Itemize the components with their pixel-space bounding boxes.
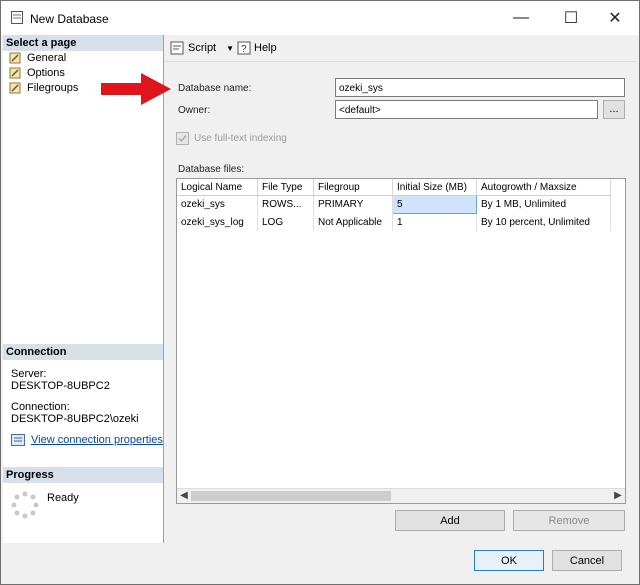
ok-button[interactable]: OK xyxy=(474,550,544,571)
column-header[interactable]: Logical Name xyxy=(177,179,258,196)
fulltext-checkbox[interactable] xyxy=(176,132,189,145)
table-cell[interactable]: ozeki_sys xyxy=(177,195,258,214)
column-header[interactable]: File Type xyxy=(257,179,314,196)
main-pane: Script ▼ ? Help Database name: ozeki_sys… xyxy=(164,35,637,543)
database-name-input[interactable]: ozeki_sys xyxy=(335,78,625,97)
help-icon: ? xyxy=(237,41,251,55)
chevron-down-icon[interactable]: ▼ xyxy=(226,44,234,53)
table-cell[interactable]: ROWS... xyxy=(257,195,314,214)
wrench-icon xyxy=(9,52,21,64)
toolbar: Script ▼ ? Help xyxy=(164,35,637,62)
connection-header: Connection xyxy=(3,344,163,360)
script-button[interactable]: Script ▼ xyxy=(170,41,234,55)
red-arrow-icon xyxy=(101,73,171,105)
column-header[interactable]: Autogrowth / Maxsize xyxy=(476,179,611,196)
page-item-options[interactable]: Options xyxy=(9,66,65,80)
checkmark-icon xyxy=(178,135,187,143)
add-button[interactable]: Add xyxy=(395,510,505,531)
table-cell[interactable]: By 1 MB, Unlimited xyxy=(476,195,611,214)
fulltext-label: Use full-text indexing xyxy=(194,133,287,144)
column-header[interactable]: Initial Size (MB) xyxy=(392,179,477,196)
title-bar: New Database — ☐ ✕ xyxy=(1,1,639,35)
database-files-grid[interactable]: Logical Name File Type Filegroup Initial… xyxy=(176,178,626,504)
table-cell[interactable]: 5 xyxy=(392,195,477,214)
maximize-button[interactable]: ☐ xyxy=(549,5,593,31)
server-value: DESKTOP-8UBPC2 xyxy=(11,380,110,392)
wrench-icon xyxy=(9,67,21,79)
table-cell[interactable]: 1 xyxy=(392,213,477,231)
owner-label: Owner: xyxy=(178,105,211,116)
help-label: Help xyxy=(254,42,277,54)
page-item-label: Options xyxy=(27,67,65,79)
server-label: Server: xyxy=(11,368,47,380)
table-cell[interactable]: ozeki_sys_log xyxy=(177,213,258,231)
database-icon xyxy=(11,11,23,24)
progress-spinner-icon xyxy=(11,491,39,519)
scroll-right-icon[interactable]: ▶ xyxy=(611,489,625,503)
progress-status: Ready xyxy=(47,492,79,504)
table-row[interactable]: ozeki_sys ROWS... PRIMARY 5 By 1 MB, Unl… xyxy=(177,195,611,214)
wrench-icon xyxy=(9,82,21,94)
page-item-label: General xyxy=(27,52,67,64)
connection-value: DESKTOP-8UBPC2\ozeki xyxy=(11,413,139,425)
database-files-label: Database files: xyxy=(178,164,245,175)
connection-label: Connection: xyxy=(11,401,70,413)
table-cell[interactable]: LOG xyxy=(257,213,314,231)
table-cell[interactable]: PRIMARY xyxy=(313,195,393,214)
close-button[interactable]: ✕ xyxy=(593,5,637,31)
help-button[interactable]: ? Help xyxy=(237,41,277,55)
select-page-header: Select a page xyxy=(3,35,163,51)
page-item-filegroups[interactable]: Filegroups xyxy=(9,81,78,95)
properties-icon xyxy=(11,434,25,446)
scroll-left-icon[interactable]: ◀ xyxy=(177,489,191,503)
table-header-row: Logical Name File Type Filegroup Initial… xyxy=(177,179,611,196)
minimize-button[interactable]: — xyxy=(499,5,543,31)
table-row[interactable]: ozeki_sys_log LOG Not Applicable 1 By 10… xyxy=(177,213,611,231)
script-icon xyxy=(170,41,184,55)
owner-input[interactable]: <default> xyxy=(335,100,598,119)
horizontal-scrollbar[interactable]: ◀ ▶ xyxy=(177,488,625,503)
svg-text:?: ? xyxy=(241,44,247,55)
column-header[interactable]: Filegroup xyxy=(313,179,393,196)
view-connection-properties[interactable]: View connection properties xyxy=(11,434,163,446)
database-name-label: Database name: xyxy=(178,83,252,94)
scrollbar-thumb[interactable] xyxy=(191,491,391,501)
remove-button[interactable]: Remove xyxy=(513,510,625,531)
page-item-general[interactable]: General xyxy=(9,51,66,65)
page-item-label: Filegroups xyxy=(27,82,79,94)
left-pane: Select a page General Options Filegroups… xyxy=(3,35,164,543)
fulltext-checkbox-row[interactable]: Use full-text indexing xyxy=(176,132,287,145)
progress-header: Progress xyxy=(3,467,163,483)
new-database-window: New Database — ☐ ✕ Select a page General… xyxy=(0,0,640,585)
window-title: New Database xyxy=(30,12,109,26)
cancel-button[interactable]: Cancel xyxy=(552,550,622,571)
view-connection-link[interactable]: View connection properties xyxy=(31,434,163,446)
script-label: Script xyxy=(188,42,217,54)
browse-owner-button[interactable]: ... xyxy=(603,100,625,119)
table-cell[interactable]: Not Applicable xyxy=(313,213,393,231)
table-cell[interactable]: By 10 percent, Unlimited xyxy=(476,213,611,231)
